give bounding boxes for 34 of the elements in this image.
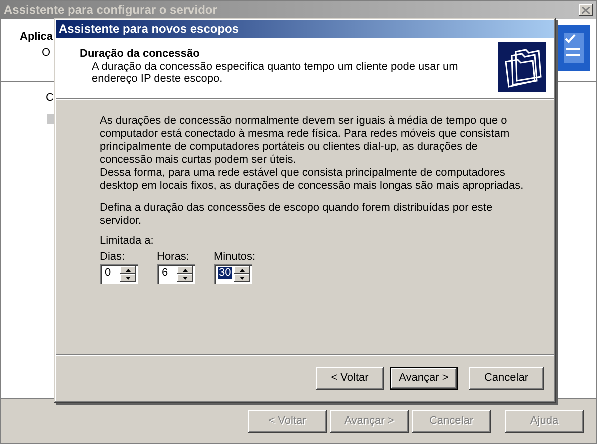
section-label: C (46, 92, 55, 104)
dialog-title: Assistente para novos escopos (56, 20, 554, 38)
body-paragraph: As durações de concessão normalmente devem ser iguais à média de tempo que o computador está conectado à mesma rede física. Para redes móveis que consistam principalmente de computadores portáteis ou clientes dial-up, as durações de concessão mais curtas podem ser úteis. (100, 115, 511, 167)
up-arrow-icon (126, 268, 130, 272)
spin-field[interactable]: 0 (100, 264, 138, 284)
spin-up-button[interactable] (177, 266, 193, 274)
wizard-button[interactable]: Cancelar (469, 366, 544, 390)
field-label: Dias: (100, 251, 126, 263)
up-arrow-icon (240, 268, 244, 272)
page-heading: Aplica (20, 31, 54, 43)
field-label: Minutos: (214, 251, 256, 263)
window-title: Assistente para configurar o servidor (4, 3, 218, 17)
spin-down-button[interactable] (177, 274, 193, 282)
spin-up-button[interactable] (234, 266, 250, 274)
body-paragraph: Defina a duração das concessões de escopo quando forem distribuídas por este servidor. (100, 202, 494, 228)
up-arrow-icon (182, 268, 188, 272)
spin-up-button[interactable] (120, 266, 136, 274)
step-description: A duração da concessão especifica quanto tempo um cliente pode usar um endereço IP deste escopo. (92, 61, 460, 85)
page-subtitle: O (42, 47, 52, 59)
close-button[interactable] (579, 4, 593, 16)
wizard-button[interactable]: Avançar > (390, 366, 458, 390)
down-arrow-icon (126, 276, 130, 280)
folders-icon (498, 42, 546, 92)
field-label: Horas: (157, 251, 190, 263)
spin-down-button[interactable] (234, 274, 250, 282)
wizard-button[interactable]: < Voltar (316, 366, 384, 390)
group-label: Limitada a: (100, 235, 155, 247)
step-title: Duração da concessão (80, 48, 201, 60)
down-arrow-icon (240, 276, 244, 280)
down-arrow-icon (182, 276, 188, 280)
spin-field[interactable]: 6 (157, 264, 195, 284)
body-paragraph: Dessa forma, para uma rede estável que consista principalmente de computadores desktop em locais fixos, as durações de concessão mais longas são mais apropriadas. (100, 167, 524, 193)
spin-field[interactable]: 30 (214, 264, 252, 284)
spin-down-button[interactable] (120, 274, 136, 282)
